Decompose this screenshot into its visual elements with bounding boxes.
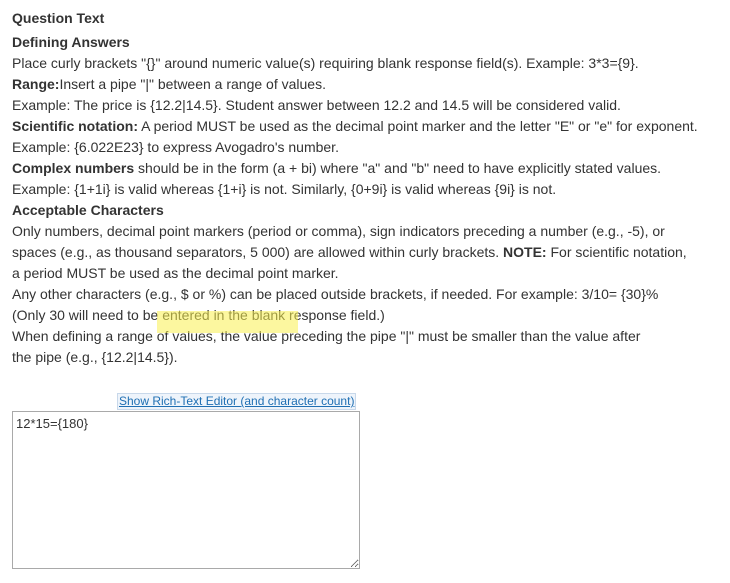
page-title: Question Text: [12, 10, 105, 26]
scientific-notation-text: A period MUST be used as the decimal poi…: [138, 118, 698, 134]
complex-numbers-text: should be in the form (a + bi) where "a"…: [134, 160, 662, 176]
scientific-notation-line: Scientific notation: A period MUST be us…: [12, 116, 724, 137]
complex-numbers-example: Example: {1+1i} is valid whereas {1+i} i…: [12, 181, 557, 197]
note-label: NOTE:: [503, 244, 547, 260]
complex-numbers-line: Complex numbers should be in the form (a…: [12, 158, 724, 179]
acceptable-line-4: Any other characters (e.g., $ or %) can …: [12, 286, 659, 302]
defining-answers-heading: Defining Answers: [12, 34, 130, 50]
scientific-notation-label: Scientific notation:: [12, 118, 138, 134]
acceptable-line-3: a period MUST be used as the decimal poi…: [12, 265, 339, 281]
acceptable-line-6: When defining a range of values, the val…: [12, 328, 641, 344]
complex-numbers-label: Complex numbers: [12, 160, 135, 176]
range-example: Example: The price is {12.2|14.5}. Stude…: [12, 97, 621, 113]
acceptable-line-2: spaces (e.g., as thousand separators, 5 …: [12, 242, 724, 263]
acceptable-line-5: (Only 30 will need to be entered in the …: [12, 307, 385, 323]
range-label: Range:: [12, 76, 60, 92]
scientific-notation-example: Example: {6.022E23} to express Avogadro'…: [12, 139, 339, 155]
acceptable-characters-heading: Acceptable Characters: [12, 202, 164, 218]
range-line: Range:Insert a pipe "|" between a range …: [12, 74, 724, 95]
question-text-input[interactable]: 12*15={180}: [12, 411, 360, 569]
show-rich-text-editor-link[interactable]: Show Rich-Text Editor (and character cou…: [117, 393, 357, 410]
acceptable-line-2-text: spaces (e.g., as thousand separators, 5 …: [12, 244, 504, 260]
acceptable-line-1: Only numbers, decimal point markers (per…: [12, 223, 665, 239]
acceptable-line-2-tail: For scientific notation,: [546, 244, 687, 260]
acceptable-line-7: the pipe (e.g., {12.2|14.5}).: [12, 349, 178, 365]
curly-brackets-text: Place curly brackets "{}" around numeric…: [12, 55, 639, 71]
range-text: Insert a pipe "|" between a range of val…: [59, 76, 326, 92]
question-text-panel: Question Text Defining Answers Place cur…: [12, 8, 724, 368]
